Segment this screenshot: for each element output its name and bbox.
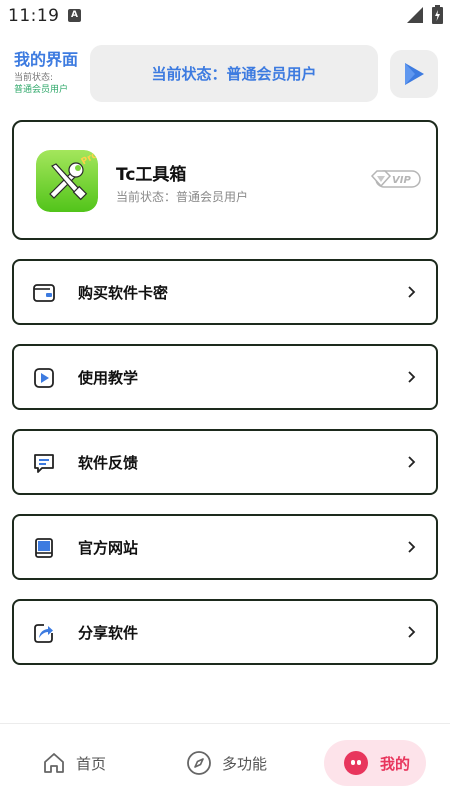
menu-item-label: 分享软件 bbox=[78, 624, 139, 642]
page-title: 我的界面 bbox=[14, 50, 79, 69]
status-pill[interactable]: 当前状态：普通会员用户 bbox=[90, 45, 378, 102]
signal-icon bbox=[407, 7, 423, 23]
menu-item-label: 购买软件卡密 bbox=[78, 284, 169, 302]
tab-multi-function[interactable]: 多功能 bbox=[186, 740, 267, 786]
brand-block: 我的界面 当前状态: 普通会员用户 bbox=[14, 50, 86, 96]
play-icon bbox=[405, 63, 424, 85]
play-video-icon bbox=[34, 368, 54, 388]
menu-item-feedback[interactable]: 软件反馈 bbox=[12, 429, 438, 495]
app-status: 当前状态：普通会员用户 bbox=[116, 190, 249, 204]
app-name: Tc工具箱 bbox=[116, 165, 187, 185]
app-info-card[interactable]: Pro Tc工具箱 当前状态：普通会员用户 VIP bbox=[12, 120, 438, 240]
tab-home[interactable]: 首页 bbox=[42, 740, 106, 786]
bottom-nav: 首页 多功能 我的 bbox=[0, 723, 450, 800]
home-icon bbox=[44, 753, 64, 773]
tab-home-label: 首页 bbox=[76, 754, 107, 773]
brand-status-value: 普通会员用户 bbox=[14, 85, 69, 95]
header: 我的界面 当前状态: 普通会员用户 当前状态：普通会员用户 bbox=[0, 44, 450, 102]
tab-mine[interactable]: 我的 bbox=[324, 740, 426, 786]
menu-item-share[interactable]: 分享软件 bbox=[12, 599, 438, 665]
compass-icon bbox=[187, 751, 211, 775]
menu-item-website[interactable]: 官方网站 bbox=[12, 514, 438, 580]
chevron-right-icon bbox=[408, 541, 416, 553]
vip-badge-icon: VIP bbox=[370, 170, 421, 188]
feedback-icon bbox=[34, 454, 54, 473]
menu-item-label: 软件反馈 bbox=[78, 454, 139, 472]
wallet-icon bbox=[33, 284, 55, 302]
tab-mine-label: 我的 bbox=[380, 754, 411, 773]
play-button[interactable] bbox=[390, 50, 438, 98]
book-icon bbox=[35, 538, 53, 558]
chevron-right-icon bbox=[408, 286, 416, 298]
status-pill-text: 当前状态：普通会员用户 bbox=[151, 65, 317, 83]
status-bar: 11:19 A bbox=[0, 0, 450, 32]
chevron-right-icon bbox=[408, 456, 416, 468]
tools-icon: Pro bbox=[36, 150, 98, 212]
battery-charging-icon bbox=[432, 5, 443, 24]
menu-item-label: 官方网站 bbox=[78, 539, 139, 557]
tab-multi-label: 多功能 bbox=[222, 754, 268, 773]
menu-item-buy-key[interactable]: 购买软件卡密 bbox=[12, 259, 438, 325]
chevron-right-icon bbox=[408, 626, 416, 638]
vip-badge-text: VIP bbox=[392, 175, 411, 186]
menu-item-label: 使用教学 bbox=[78, 369, 139, 387]
notification-icon: A bbox=[68, 9, 81, 22]
brand-status-label: 当前状态: bbox=[14, 73, 54, 83]
share-icon bbox=[34, 624, 53, 643]
profile-face-icon bbox=[344, 751, 368, 775]
app-logo: Pro bbox=[36, 150, 98, 212]
menu-item-tutorial[interactable]: 使用教学 bbox=[12, 344, 438, 410]
status-time: 11:19 bbox=[8, 6, 60, 26]
chevron-right-icon bbox=[408, 371, 416, 383]
